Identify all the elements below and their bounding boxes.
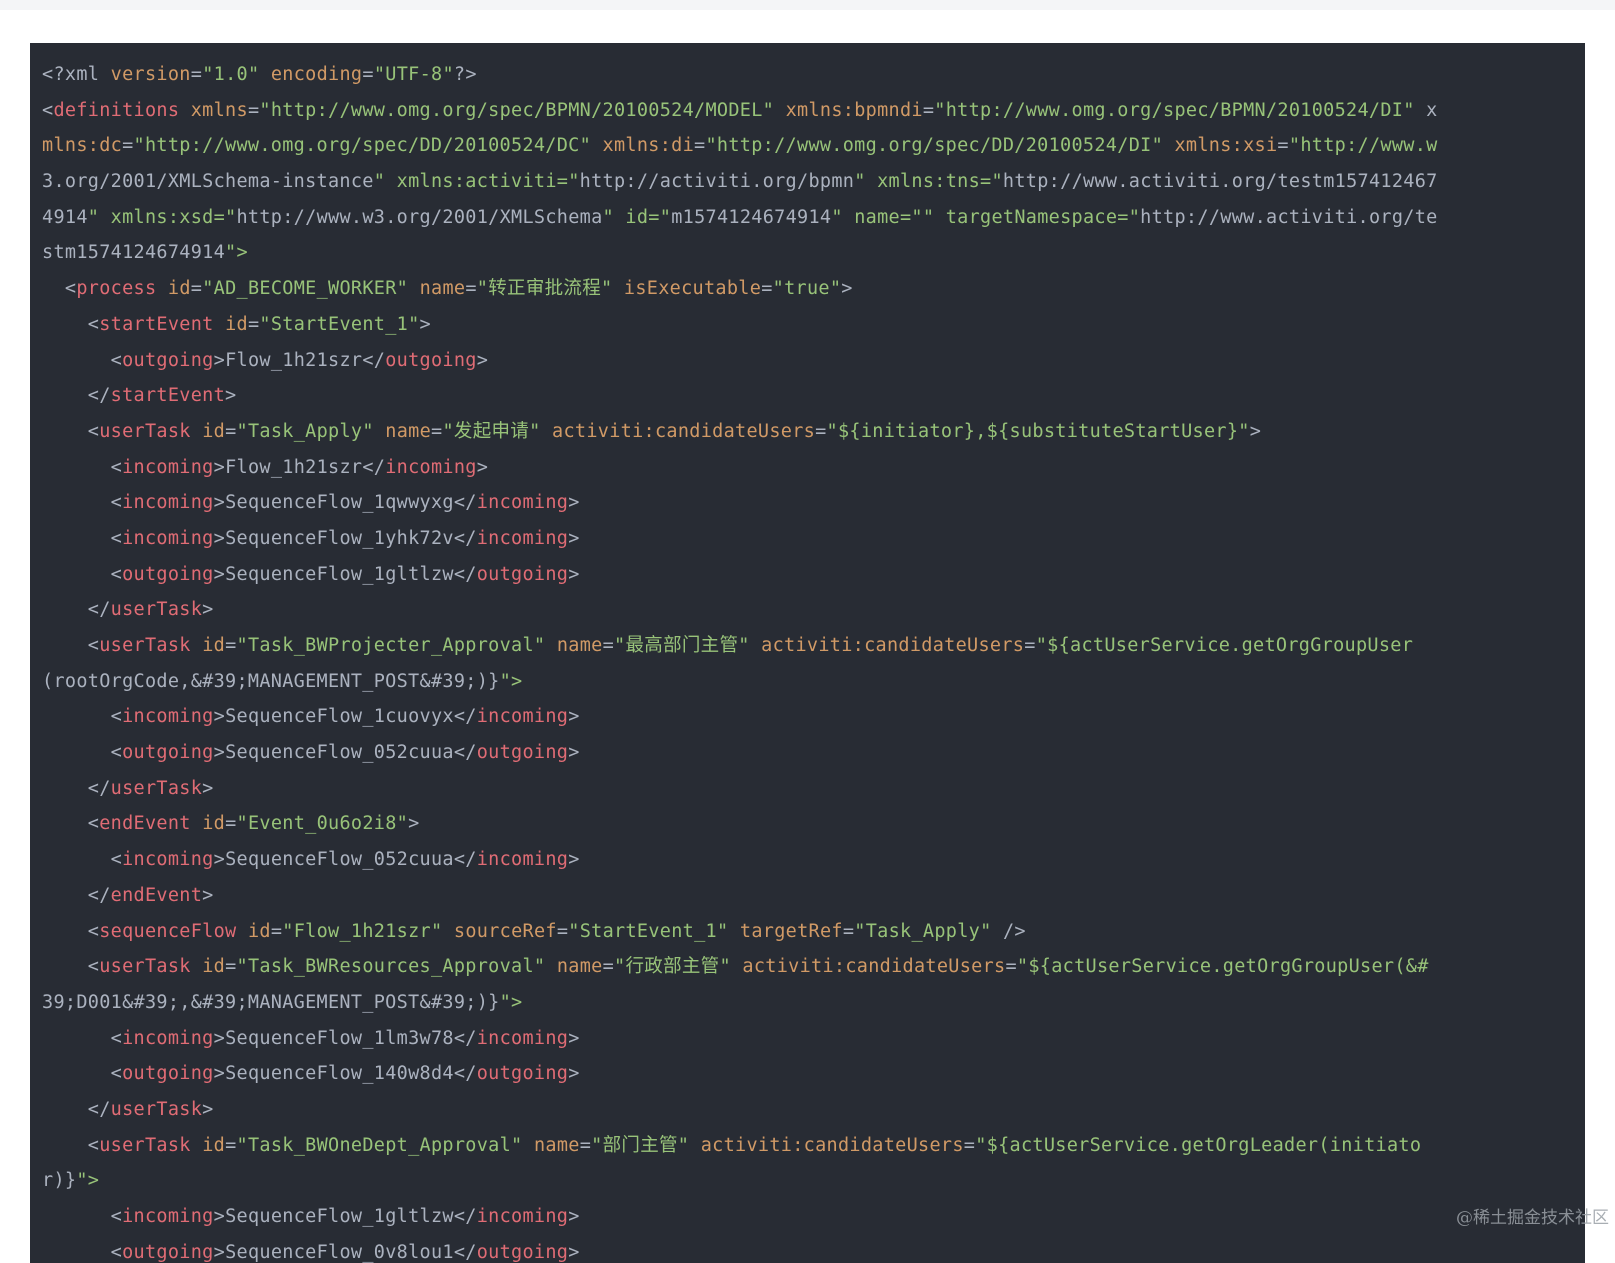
code-line: </userTask>	[42, 592, 1585, 628]
code-block[interactable]: <?xml version="1.0" encoding="UTF-8"?><d…	[30, 43, 1585, 1263]
code-line: <userTask id="Task_BWProjecter_Approval"…	[42, 628, 1585, 664]
code-line: <userTask id="Task_Apply" name="发起申请" ac…	[42, 414, 1585, 450]
code-line: <incoming>SequenceFlow_1lm3w78</incoming…	[42, 1021, 1585, 1057]
code-line: <process id="AD_BECOME_WORKER" name="转正审…	[42, 271, 1585, 307]
code-line: r)}">	[42, 1163, 1585, 1199]
code-line: <incoming>SequenceFlow_1qwwyxg</incoming…	[42, 485, 1585, 521]
code-line: <endEvent id="Event_0u6o2i8">	[42, 806, 1585, 842]
xml-code: <?xml version="1.0" encoding="UTF-8"?><d…	[30, 43, 1585, 1263]
code-line: <incoming>SequenceFlow_1yhk72v</incoming…	[42, 521, 1585, 557]
code-line: <incoming>SequenceFlow_1gltlzw</incoming…	[42, 1199, 1585, 1235]
page-top-strip	[0, 0, 1615, 10]
code-line: <userTask id="Task_BWResources_Approval"…	[42, 949, 1585, 985]
code-line: <outgoing>SequenceFlow_140w8d4</outgoing…	[42, 1056, 1585, 1092]
code-line: <startEvent id="StartEvent_1">	[42, 307, 1585, 343]
code-line: stm1574124674914">	[42, 235, 1585, 271]
code-line: <outgoing>SequenceFlow_052cuua</outgoing…	[42, 735, 1585, 771]
code-line: </userTask>	[42, 771, 1585, 807]
code-line: <incoming>SequenceFlow_052cuua</incoming…	[42, 842, 1585, 878]
code-line: (rootOrgCode,&#39;MANAGEMENT_POST&#39;)}…	[42, 664, 1585, 700]
code-line: mlns:dc="http://www.omg.org/spec/DD/2010…	[42, 128, 1585, 164]
site-watermark: @稀土掘金技术社区	[1456, 1203, 1609, 1228]
code-line: <sequenceFlow id="Flow_1h21szr" sourceRe…	[42, 914, 1585, 950]
code-line: <userTask id="Task_BWOneDept_Approval" n…	[42, 1128, 1585, 1164]
code-line: 3.org/2001/XMLSchema-instance" xmlns:act…	[42, 164, 1585, 200]
code-line: 39;D001&#39;,&#39;MANAGEMENT_POST&#39;)}…	[42, 985, 1585, 1021]
code-line: </userTask>	[42, 1092, 1585, 1128]
code-line: <outgoing>SequenceFlow_1gltlzw</outgoing…	[42, 557, 1585, 593]
code-line: 4914" xmlns:xsd="http://www.w3.org/2001/…	[42, 200, 1585, 236]
code-line: <?xml version="1.0" encoding="UTF-8"?>	[42, 57, 1585, 93]
code-line: <definitions xmlns="http://www.omg.org/s…	[42, 93, 1585, 129]
code-line: <outgoing>SequenceFlow_0v8lou1</outgoing…	[42, 1235, 1585, 1263]
code-line: </endEvent>	[42, 878, 1585, 914]
code-line: <incoming>SequenceFlow_1cuovyx</incoming…	[42, 699, 1585, 735]
code-line: </startEvent>	[42, 378, 1585, 414]
code-line: <incoming>Flow_1h21szr</incoming>	[42, 450, 1585, 486]
code-line: <outgoing>Flow_1h21szr</outgoing>	[42, 343, 1585, 379]
